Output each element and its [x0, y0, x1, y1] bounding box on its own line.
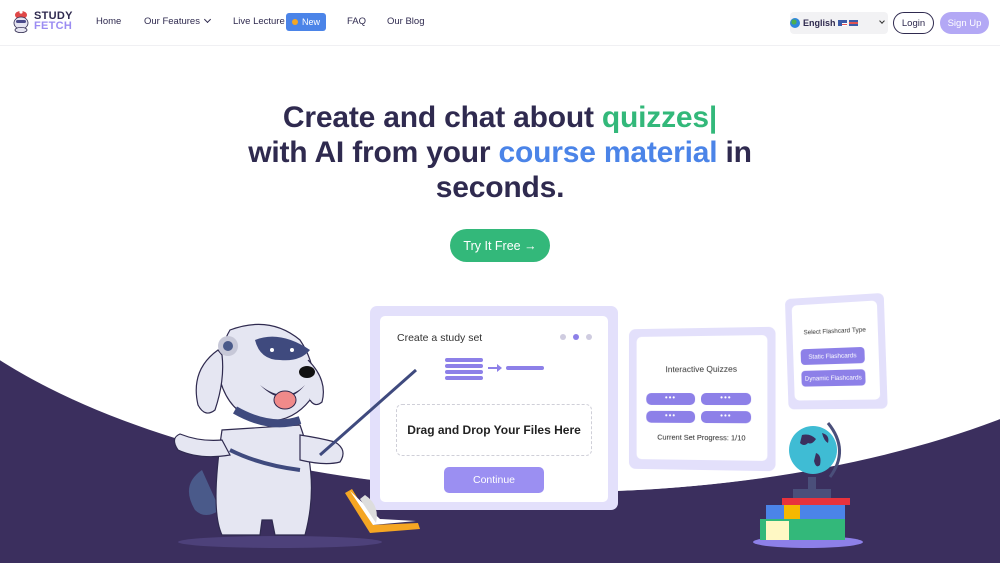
quiz-option[interactable]: •••	[646, 393, 696, 405]
headline-text: in	[717, 136, 752, 169]
globe-icon	[790, 18, 800, 28]
headline-highlight-green: quizzes|	[601, 101, 718, 134]
studyfetch-logo[interactable]: STUDY FETCH	[11, 9, 73, 33]
continue-button[interactable]: Continue	[444, 467, 544, 493]
dog-body	[215, 424, 313, 536]
step-dot	[586, 334, 592, 340]
arrow-right-icon	[488, 364, 502, 372]
login-button[interactable]: Login	[893, 12, 934, 34]
hero-headline: Create and chat about quizzes| with AI f…	[0, 100, 1000, 205]
chevron-down-icon	[203, 15, 212, 24]
nav-live-lecture[interactable]: Live Lecture	[233, 16, 285, 27]
language-selected-label: English	[803, 18, 836, 28]
dog-tongue	[273, 390, 297, 410]
step-dot-active	[573, 334, 579, 340]
logo-text-fetch: FETCH	[34, 20, 73, 32]
globe-and-books-illustration	[753, 422, 863, 548]
headline-highlight-blue: course material	[498, 136, 718, 169]
quiz-card-title: Interactive Quizzes	[665, 363, 738, 375]
nav-our-features[interactable]: Our Features	[144, 15, 212, 27]
open-book-illustration	[345, 489, 420, 533]
document-lines-icon	[445, 358, 483, 382]
pointer-stick	[319, 368, 417, 457]
dog-nose	[299, 366, 315, 378]
dog-tail	[188, 470, 220, 515]
quiz-options: ••• ••• ••• •••	[646, 392, 752, 424]
output-line-icon	[506, 366, 544, 370]
nav-our-features-label: Our Features	[144, 16, 200, 27]
signup-button[interactable]: Sign Up	[940, 12, 989, 34]
book-cover	[345, 489, 420, 533]
headline-text: Create and chat about	[282, 101, 602, 134]
quiz-option[interactable]: •••	[701, 411, 752, 424]
chevron-down-icon	[879, 18, 885, 24]
headline-line1: Create and chat about quizzes|	[283, 101, 717, 134]
step-dot	[560, 334, 566, 340]
try-it-free-button[interactable]: Try It Free →	[450, 229, 550, 262]
globe	[789, 426, 837, 474]
flashcard-card-title: Select Flashcard Type	[803, 326, 867, 337]
nav-faq[interactable]: FAQ	[347, 16, 366, 27]
globe-base	[793, 489, 831, 498]
quiz-card-body: Interactive Quizzes ••• ••• ••• ••• Curr…	[636, 335, 768, 461]
new-badge-label: New	[302, 17, 321, 27]
step-indicator	[560, 334, 592, 340]
headline-line2: with AI from your course material in	[248, 136, 752, 169]
book-red	[782, 498, 850, 505]
dog-left-ear	[195, 349, 224, 414]
uk-flag-icon	[848, 20, 858, 26]
nav-our-blog[interactable]: Our Blog	[387, 16, 425, 27]
new-badge[interactable]: New	[286, 13, 327, 31]
quiz-option[interactable]: •••	[701, 392, 752, 406]
nav-home[interactable]: Home	[96, 16, 121, 27]
quiz-option[interactable]: •••	[646, 410, 696, 423]
file-dropzone[interactable]: Drag and Drop Your Files Here	[396, 404, 592, 456]
headline-line3: seconds.	[435, 171, 565, 204]
language-select[interactable]: English	[790, 12, 888, 34]
static-flashcards-button[interactable]: Static Flashcards	[800, 346, 865, 366]
flashcard-card-body: Select Flashcard Type Static Flashcards …	[791, 300, 881, 401]
headline-text: with AI from your	[248, 136, 499, 169]
top-navbar: STUDY FETCH Home Our Features Live Lectu…	[0, 0, 1000, 46]
book-blue	[766, 505, 845, 519]
dog-mascot-icon	[13, 10, 29, 33]
dynamic-flashcards-button[interactable]: Dynamic Flashcards	[801, 369, 866, 387]
flashcard-type-card: Select Flashcard Type Static Flashcards …	[784, 292, 888, 410]
quiz-progress-text: Current Set Progress: 1/10	[657, 432, 746, 443]
us-flag-icon	[837, 20, 847, 26]
megaphone-icon	[292, 19, 298, 25]
